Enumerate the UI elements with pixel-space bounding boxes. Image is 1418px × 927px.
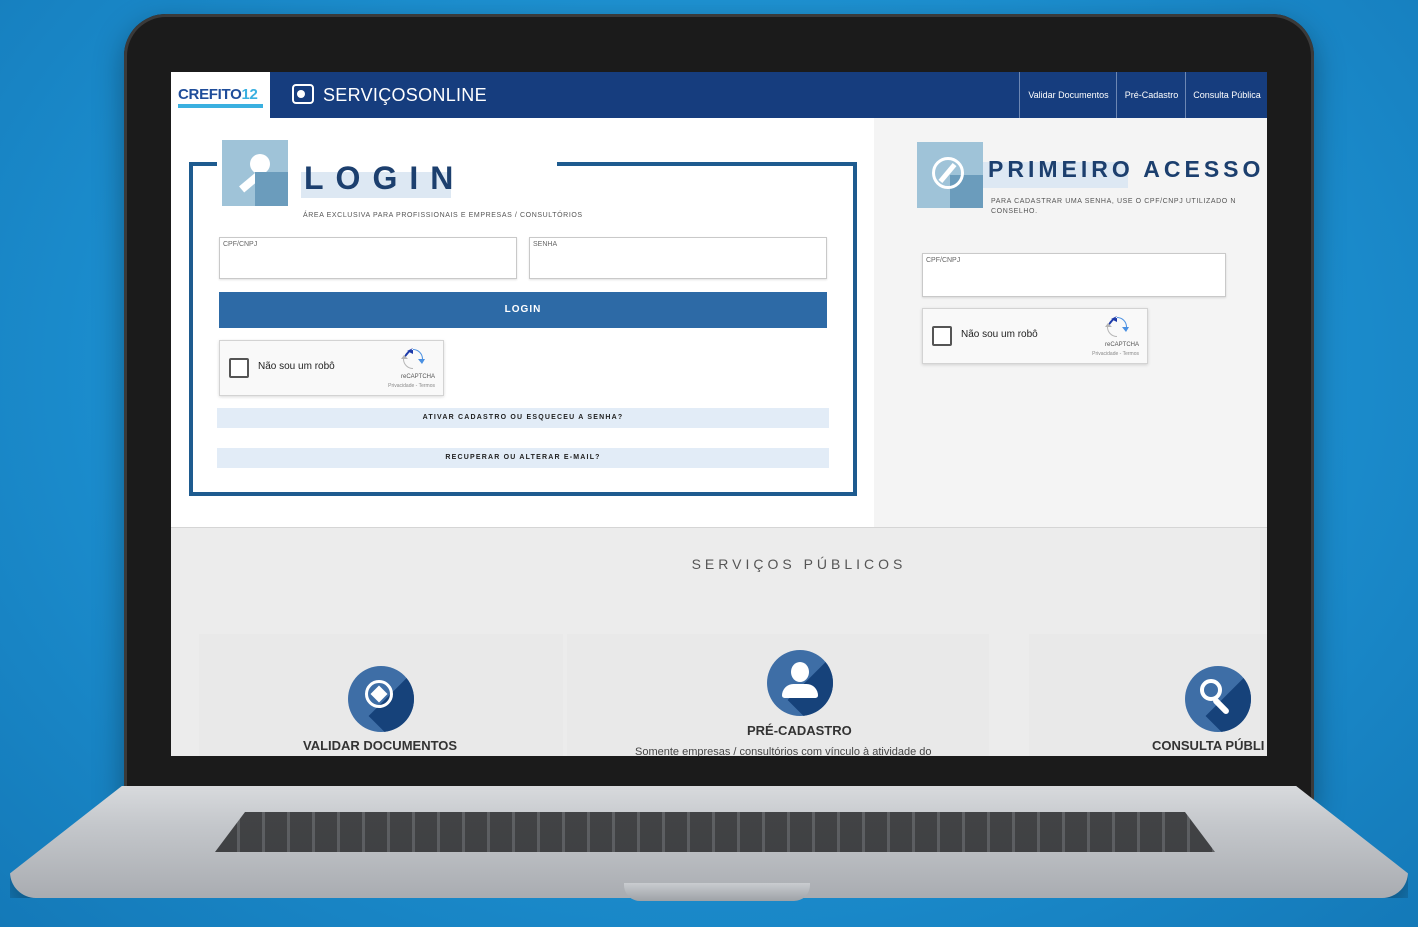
user-icon (767, 650, 833, 716)
service-desc-pre-cadastro: Somente empresas / consultórios com vínc… (635, 746, 932, 756)
senha-label: SENHA (533, 241, 558, 248)
section-divider (171, 527, 1267, 528)
nav-pre-cadastro[interactable]: Pré-Cadastro (1116, 72, 1186, 118)
services-title: SERVIÇOS PÚBLICOS (691, 556, 907, 572)
logo-underline (178, 104, 263, 108)
pa-cpf-cnpj-label: CPF/CNPJ (926, 257, 961, 264)
service-title: SERVIÇOSONLINE (323, 85, 487, 105)
frame-top-right (557, 162, 857, 166)
senha-input[interactable]: SENHA (529, 237, 827, 279)
nav-consulta-publica[interactable]: Consulta Pública (1185, 72, 1267, 118)
pa-cpf-cnpj-input[interactable]: CPF/CNPJ (922, 253, 1226, 297)
crefito-logo[interactable]: CREFITO12 (171, 72, 270, 118)
pa-recaptcha: Não sou um robô reCAPTCHA Privacidade - … (922, 308, 1148, 364)
login-recaptcha: Não sou um robô reCAPTCHA Privacidade - … (219, 340, 444, 396)
activate-or-forgot-link[interactable]: ATIVAR CADASTRO OU ESQUECEU A SENHA? (217, 408, 829, 428)
nav-validar-documentos[interactable]: Validar Documentos (1019, 72, 1117, 118)
recaptcha-icon (401, 348, 425, 369)
seal-icon (348, 666, 414, 732)
laptop-screen: CREFITO12 SERVIÇOSONLINE Validar Documen… (171, 72, 1267, 756)
service-label-validar: VALIDAR DOCUMENTOS (303, 738, 458, 753)
frame-top-left (189, 162, 217, 166)
recaptcha-label: Não sou um robô (258, 361, 335, 372)
cpf-cnpj-label: CPF/CNPJ (223, 241, 258, 248)
cpf-cnpj-input[interactable]: CPF/CNPJ (219, 237, 517, 279)
service-label-pre-cadastro: PRÉ-CADASTRO (747, 723, 852, 738)
logo-text: CREFITO (178, 86, 242, 103)
pa-recaptcha-brand: reCAPTCHA (1104, 342, 1139, 348)
recaptcha-checkbox[interactable] (229, 358, 249, 378)
laptop-notch (624, 883, 810, 901)
key-icon-shadow (255, 172, 288, 206)
pa-recaptcha-terms[interactable]: Privacidade - Termos (1069, 351, 1139, 357)
top-navbar: CREFITO12 SERVIÇOSONLINE Validar Documen… (171, 72, 1267, 118)
recaptcha-brand: reCAPTCHA (400, 374, 435, 380)
primeiro-acesso-title: PRIMEIRO ACESSO (988, 156, 1265, 182)
pa-recaptcha-label: Não sou um robô (961, 329, 1038, 340)
pa-subtitle-line1: PARA CADASTRAR UMA SENHA, USE O CPF/CNPJ… (991, 198, 1236, 205)
pa-recaptcha-checkbox[interactable] (932, 326, 952, 346)
laptop-keyboard (215, 812, 1215, 852)
login-subtitle: ÁREA EXCLUSIVA PARA PROFISSIONAIS E EMPR… (303, 212, 583, 219)
recaptcha-terms[interactable]: Privacidade - Termos (365, 383, 435, 389)
services-icon (292, 84, 314, 104)
pa-recaptcha-icon (1105, 316, 1129, 337)
logo-number: 12 (241, 86, 258, 103)
login-button[interactable]: LOGIN (219, 292, 827, 328)
recover-email-link[interactable]: RECUPERAR OU ALTERAR E-MAIL? (217, 448, 829, 468)
service-label-consulta: CONSULTA PÚBLI (1152, 738, 1265, 753)
pa-subtitle-line2: CONSELHO. (991, 208, 1038, 215)
login-title: LOGIN (304, 160, 466, 196)
search-icon (1185, 666, 1251, 732)
